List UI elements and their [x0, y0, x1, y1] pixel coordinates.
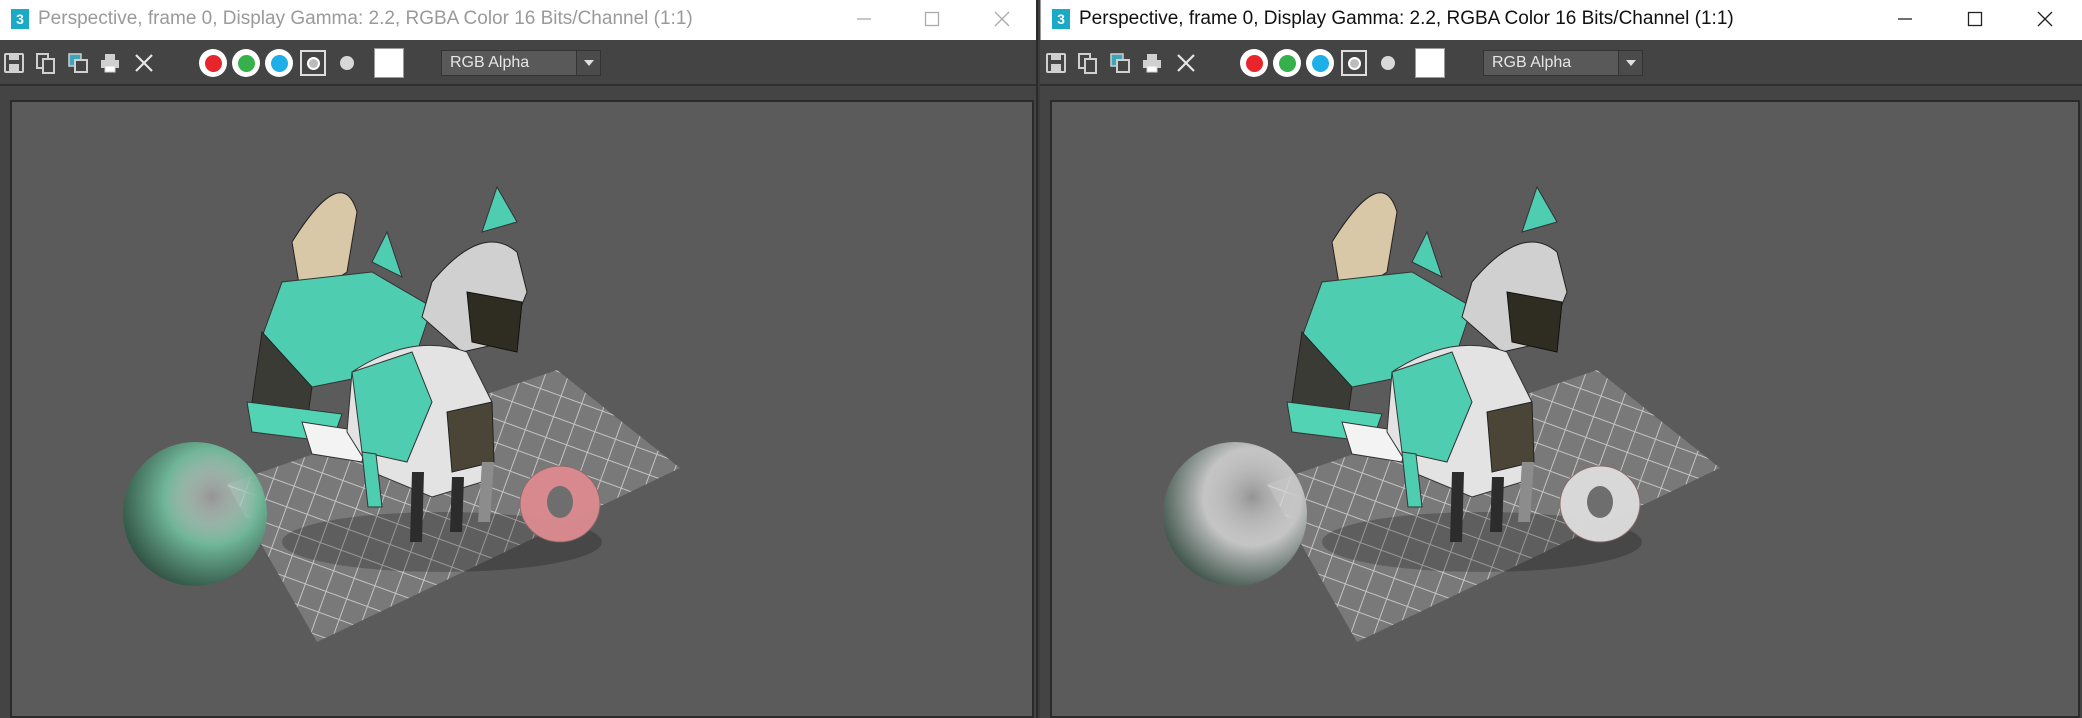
frame-buffer-window-left: 3 Perspective, frame 0, Display Gamma: 2…: [0, 0, 1038, 718]
channel-dropdown-value: RGB Alpha: [450, 54, 530, 71]
color-swatch[interactable]: [1415, 48, 1445, 78]
clear-button[interactable]: [1174, 51, 1198, 75]
dropdown-arrow-icon[interactable]: [1618, 51, 1642, 75]
copy-icon: [1078, 53, 1097, 74]
monochrome-icon: [1347, 56, 1361, 70]
channel-display-dropdown[interactable]: RGB Alpha: [1483, 50, 1643, 76]
sphere-object: [123, 442, 267, 586]
clone-window-button[interactable]: [1108, 51, 1132, 75]
svg-text:3: 3: [1057, 11, 1065, 27]
red-channel-toggle[interactable]: [199, 49, 227, 77]
maximize-button[interactable]: [900, 0, 964, 38]
rendered-scene: [1163, 185, 1720, 642]
minimize-icon: [857, 18, 871, 20]
clone-window-button[interactable]: [66, 51, 90, 75]
dropdown-arrow-icon[interactable]: [576, 51, 600, 75]
green-channel-toggle[interactable]: [232, 49, 260, 77]
color-swatch[interactable]: [374, 48, 404, 78]
minimize-button[interactable]: [832, 0, 896, 38]
save-image-button[interactable]: [2, 51, 26, 75]
monochrome-toggle[interactable]: [1341, 50, 1367, 76]
close-icon: [994, 11, 1010, 27]
print-icon: [1143, 54, 1161, 73]
blue-channel-toggle[interactable]: [1306, 49, 1334, 77]
window-title: Perspective, frame 0, Display Gamma: 2.2…: [38, 8, 693, 29]
maximize-icon: [924, 11, 940, 27]
green-channel-icon: [237, 54, 255, 72]
copy-icon: [36, 53, 55, 74]
red-channel-icon: [204, 54, 222, 72]
copy-image-button[interactable]: [34, 51, 58, 75]
blue-channel-toggle[interactable]: [265, 49, 293, 77]
rendered-scene: [123, 185, 680, 642]
torus-object: [519, 465, 601, 543]
channel-dropdown-value: RGB Alpha: [1492, 54, 1572, 71]
render-viewport[interactable]: [1050, 100, 2080, 718]
maximize-icon: [1967, 11, 1983, 27]
window-title: Perspective, frame 0, Display Gamma: 2.2…: [1079, 8, 1734, 29]
frame-buffer-toolbar: RGB Alpha: [0, 40, 1036, 86]
maximize-button[interactable]: [1943, 0, 2007, 38]
clear-button[interactable]: [132, 51, 156, 75]
clear-icon: [1177, 54, 1195, 72]
render-viewport[interactable]: [10, 100, 1034, 718]
minimize-button[interactable]: [1873, 0, 1937, 38]
save-icon: [4, 53, 24, 73]
red-channel-icon: [1245, 54, 1263, 72]
print-button[interactable]: [1140, 51, 1164, 75]
print-button[interactable]: [98, 51, 122, 75]
clone-window-icon: [68, 53, 88, 73]
torus-object: [1559, 465, 1641, 543]
save-image-button[interactable]: [1044, 51, 1068, 75]
frame-buffer-toolbar: RGB Alpha: [1040, 40, 2082, 86]
alpha-channel-toggle[interactable]: [1381, 56, 1395, 70]
print-icon: [101, 54, 119, 73]
copy-image-button[interactable]: [1076, 51, 1100, 75]
close-button[interactable]: [970, 0, 1034, 38]
frame-buffer-window-right: 3 Perspective, frame 0, Display Gamma: 2…: [1040, 0, 2082, 718]
blue-channel-icon: [1311, 54, 1329, 72]
green-channel-icon: [1278, 54, 1296, 72]
green-channel-toggle[interactable]: [1273, 49, 1301, 77]
channel-display-dropdown[interactable]: RGB Alpha: [441, 50, 601, 76]
svg-text:3: 3: [16, 11, 24, 27]
save-icon: [1046, 53, 1066, 73]
minimize-icon: [1898, 18, 1912, 20]
scene-objects: [123, 185, 680, 642]
blue-channel-icon: [270, 54, 288, 72]
sphere-object: [1163, 442, 1307, 586]
title-bar[interactable]: 3 Perspective, frame 0, Display Gamma: 2…: [1040, 0, 2082, 40]
monochrome-toggle[interactable]: [300, 50, 326, 76]
red-channel-toggle[interactable]: [1240, 49, 1268, 77]
clone-window-icon: [1110, 53, 1130, 73]
clear-icon: [135, 54, 153, 72]
scene-objects: [1163, 185, 1720, 642]
title-bar[interactable]: 3 Perspective, frame 0, Display Gamma: 2…: [0, 0, 1036, 40]
3dsmax-app-icon: 3: [1051, 8, 1071, 30]
close-icon: [2037, 11, 2053, 27]
monochrome-icon: [306, 56, 320, 70]
close-button[interactable]: [2013, 0, 2077, 38]
3dsmax-app-icon: 3: [10, 8, 30, 30]
alpha-channel-toggle[interactable]: [340, 56, 354, 70]
